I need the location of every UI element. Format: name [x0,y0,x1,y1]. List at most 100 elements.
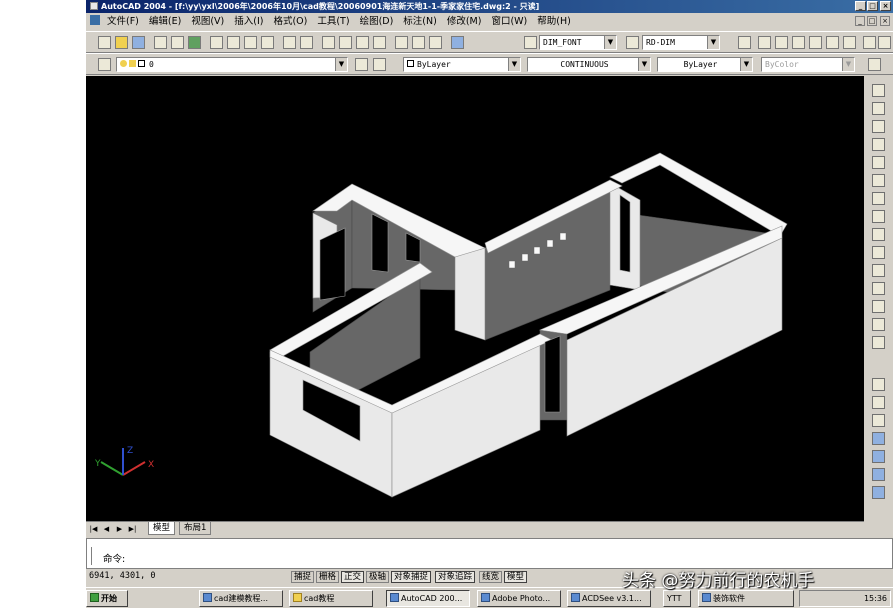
tool-palettes-icon[interactable] [429,36,442,49]
fillet-icon[interactable] [872,318,885,331]
copy-icon[interactable] [227,36,240,49]
save-icon[interactable] [132,36,145,49]
start-button[interactable]: 开始 [86,590,128,607]
lineweight-toggle[interactable]: 线宽 [479,571,503,583]
publish-icon[interactable] [188,36,201,49]
extend-icon[interactable] [872,264,885,277]
view-top-icon[interactable] [758,36,771,49]
redo-icon[interactable] [300,36,313,49]
plot-preview-icon[interactable] [171,36,184,49]
view-iso-icon[interactable] [863,36,876,49]
print-icon[interactable] [154,36,167,49]
stretch-icon[interactable] [872,228,885,241]
next-tab-icon[interactable]: ▶ [114,524,125,534]
dim-style-dropdown[interactable]: RD-DIM ▼ [642,35,720,50]
help-icon[interactable] [451,36,464,49]
menu-insert[interactable]: 插入(I) [229,13,268,30]
restore-button[interactable]: □ [867,1,878,11]
cone-icon[interactable] [872,468,885,481]
doc-minimize-button[interactable]: _ [855,16,865,26]
break-icon[interactable] [872,282,885,295]
task-ytt[interactable]: YTT [663,590,691,607]
view-bottom-icon[interactable] [775,36,788,49]
task-decoration-software[interactable]: 装饰软件 [698,590,794,607]
torus-icon[interactable] [872,486,885,499]
menu-draw[interactable]: 绘图(D) [355,13,399,30]
grid-toggle[interactable]: 栅格 [316,571,340,583]
doc-close-button[interactable]: × [880,16,890,26]
linetype-dropdown[interactable]: CONTINUOUS ▼ [527,57,651,72]
layer-dropdown[interactable]: 0 ▼ [116,57,348,72]
layer-manager-icon[interactable] [98,58,111,71]
open-icon[interactable] [115,36,128,49]
box-icon[interactable] [872,414,885,427]
make-layer-current-icon[interactable] [355,58,368,71]
prev-tab-icon[interactable]: ◀ [101,524,112,534]
pan-icon[interactable] [322,36,335,49]
chamfer-icon[interactable] [872,300,885,313]
model-toggle[interactable]: 模型 [504,571,528,583]
pencil-icon[interactable] [872,84,885,97]
copy-object-icon[interactable] [872,102,885,115]
cut-icon[interactable] [210,36,223,49]
task-autocad[interactable]: AutoCAD 200... [386,590,470,607]
close-button[interactable]: × [880,1,891,11]
dim-style-icon[interactable] [626,36,639,49]
paste-icon[interactable] [244,36,257,49]
last-tab-icon[interactable]: ▶| [127,524,138,534]
zoom-previous-icon[interactable] [373,36,386,49]
design-center-icon[interactable] [412,36,425,49]
view-tool-icon[interactable] [738,36,751,49]
menu-modify[interactable]: 修改(M) [442,13,487,30]
layer-previous-icon[interactable] [373,58,386,71]
move-icon[interactable] [872,174,885,187]
zoom-realtime-icon[interactable] [339,36,352,49]
explode-icon[interactable] [872,336,885,349]
menu-window[interactable]: 窗口(W) [486,13,532,30]
command-grip[interactable] [91,547,94,565]
new-icon[interactable] [98,36,111,49]
offset-icon[interactable] [872,138,885,151]
sphere-icon[interactable] [872,432,885,445]
autocad-app-icon[interactable] [90,2,98,10]
view-front-icon[interactable] [826,36,839,49]
drawing-viewport[interactable]: X Y Z [86,76,864,521]
otrack-toggle[interactable]: 对象追踪 [435,571,476,583]
text-style-icon[interactable] [524,36,537,49]
menu-tools[interactable]: 工具(T) [312,13,354,30]
color-dropdown[interactable]: ByLayer ▼ [403,57,521,72]
scale-icon[interactable] [872,210,885,223]
menu-view[interactable]: 视图(V) [186,13,229,30]
menu-file[interactable]: 文件(F) [102,13,144,30]
snap-toggle[interactable]: 捕捉 [291,571,315,583]
view-left-icon[interactable] [792,36,805,49]
match-properties-icon[interactable] [261,36,274,49]
tab-layout1[interactable]: 布局1 [179,522,212,535]
tab-model[interactable]: 模型 [148,522,176,535]
first-tab-icon[interactable]: |◀ [88,524,99,534]
doc-restore-button[interactable]: □ [867,16,877,26]
text-style-dropdown[interactable]: DIM_FONT ▼ [539,35,617,50]
menu-dimension[interactable]: 标注(N) [398,13,442,30]
minimize-button[interactable]: _ [855,1,866,11]
menu-edit[interactable]: 编辑(E) [144,13,186,30]
task-photoshop[interactable]: Adobe Photo... [477,590,561,607]
zoom-window-icon[interactable] [356,36,369,49]
menu-help[interactable]: 帮助(H) [532,13,576,30]
trim-icon[interactable] [872,246,885,259]
rotate-icon[interactable] [872,192,885,205]
document-icon[interactable] [90,15,100,25]
properties-icon[interactable] [395,36,408,49]
view-back-icon[interactable] [843,36,856,49]
cylinder-icon[interactable] [872,450,885,463]
task-cad-folder[interactable]: cad教程 [289,590,373,607]
mirror-icon[interactable] [872,120,885,133]
plotstyle-dropdown[interactable]: ByColor ▼ [761,57,855,72]
undo-icon[interactable] [283,36,296,49]
lineweight-dropdown[interactable]: ByLayer ▼ [657,57,753,72]
view-extra-icon[interactable] [878,36,891,49]
shade-icon[interactable] [872,396,885,409]
command-window[interactable]: 命令: [86,538,893,569]
hide-icon[interactable] [872,378,885,391]
osnap-toggle[interactable]: 对象捕捉 [391,571,432,583]
